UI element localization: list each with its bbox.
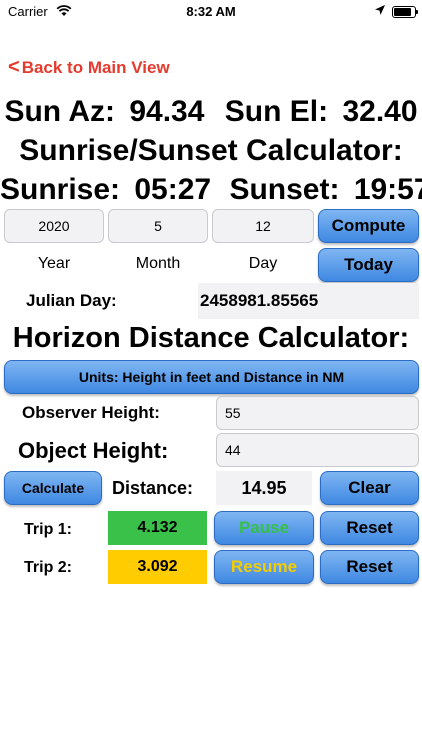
- trip2-reset-button[interactable]: Reset: [320, 550, 419, 584]
- sun-az-label: Sun Az:: [4, 95, 115, 128]
- units-button[interactable]: Units: Height in feet and Distance in NM: [4, 360, 419, 394]
- day-field[interactable]: 12: [212, 209, 314, 243]
- sunrise-label: Sunrise:: [0, 173, 121, 206]
- observer-height-label: Observer Height:: [22, 403, 160, 422]
- year-label: Year: [37, 255, 71, 272]
- horizon-distance-header: Horizon Distance Calculator:: [12, 322, 410, 354]
- sun-el-label: Sun El:: [224, 95, 329, 128]
- trip1-value: 4.132: [108, 511, 207, 545]
- clock: 8:32 AM: [186, 4, 236, 19]
- battery-icon: [392, 6, 418, 18]
- compute-button[interactable]: Compute: [318, 209, 419, 243]
- resume-button[interactable]: Resume: [214, 550, 314, 584]
- pause-button[interactable]: Pause: [214, 511, 314, 545]
- sunrise-sunset-row: Sunrise: 05:27 Sunset: 19:57: [0, 173, 422, 207]
- back-label: Back to Main View: [21, 57, 170, 77]
- clear-button[interactable]: Clear: [320, 471, 419, 505]
- sunset-value: 19:57: [353, 173, 422, 206]
- sun-az-value: 94.34: [129, 95, 205, 128]
- year-field[interactable]: 2020: [4, 209, 104, 243]
- object-height-field[interactable]: 44: [216, 433, 419, 467]
- sun-el-value: 32.40: [342, 95, 418, 128]
- distance-label: Distance:: [112, 477, 194, 498]
- location-arrow-icon: [374, 4, 386, 19]
- chevron-left-icon: <: [8, 56, 20, 78]
- sun-position-row: Sun Az: 94.34 Sun El: 32.40: [0, 95, 422, 129]
- sunset-label: Sunset:: [229, 173, 340, 206]
- trip1-label: Trip 1:: [24, 521, 73, 538]
- julian-day-value: 2458981.85565: [198, 283, 419, 319]
- object-height-label: Object Height:: [18, 438, 169, 463]
- sunrise-sunset-header: Sunrise/Sunset Calculator:: [19, 134, 403, 167]
- back-to-main-view-link[interactable]: < Back to Main View: [8, 56, 170, 79]
- trip2-value: 3.092: [108, 550, 207, 584]
- observer-height-field[interactable]: 55: [216, 396, 419, 430]
- trip2-label: Trip 2:: [24, 559, 73, 576]
- sunrise-value: 05:27: [134, 173, 212, 206]
- trip1-reset-button[interactable]: Reset: [320, 511, 419, 545]
- today-button[interactable]: Today: [318, 248, 419, 282]
- calculate-button[interactable]: Calculate: [4, 471, 102, 505]
- distance-value: 14.95: [216, 471, 312, 505]
- julian-day-label: Julian Day:: [26, 291, 117, 310]
- month-field[interactable]: 5: [108, 209, 208, 243]
- status-bar: Carrier 8:32 AM: [0, 0, 422, 24]
- day-label: Day: [248, 255, 278, 272]
- month-label: Month: [135, 255, 181, 272]
